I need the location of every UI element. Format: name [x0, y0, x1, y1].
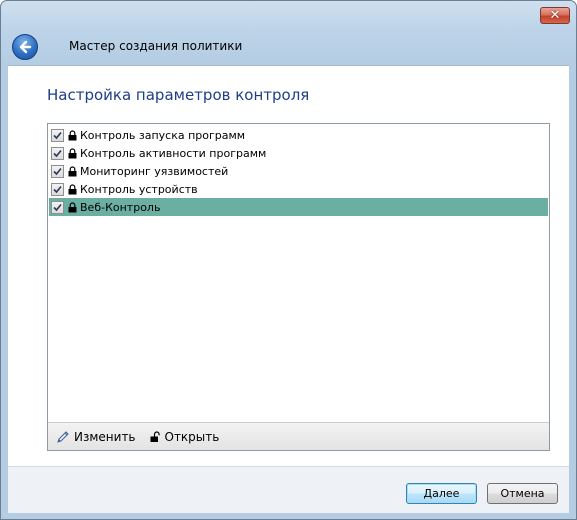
control-settings-list: Контроль запуска программ Контроль актив…: [47, 123, 550, 451]
back-button[interactable]: [12, 34, 38, 60]
wizard-footer: Далее Отмена: [8, 466, 569, 513]
pencil-icon: [57, 430, 69, 443]
list-item[interactable]: Контроль устройств: [49, 180, 548, 198]
checkmark-icon: [53, 203, 62, 211]
back-arrow-icon: [19, 40, 32, 54]
window-title: Мастер создания политики: [69, 39, 243, 53]
unlocked-padlock-icon: [150, 430, 160, 442]
checkbox[interactable]: [51, 200, 64, 214]
lock-icon: [68, 183, 77, 195]
wizard-window: ✕ Мастер создания политики Настройка пар…: [0, 0, 577, 520]
lock-icon: [68, 147, 77, 159]
next-button[interactable]: Далее: [406, 483, 477, 504]
checkbox[interactable]: [51, 182, 64, 196]
list-item[interactable]: Контроль активности программ: [49, 144, 548, 162]
cancel-button[interactable]: Отмена: [487, 483, 558, 504]
close-button[interactable]: ✕: [540, 7, 570, 24]
checkbox[interactable]: [51, 164, 64, 178]
lock-icon: [68, 129, 77, 141]
list-item-label: Контроль запуска программ: [80, 128, 246, 142]
list-item-label: Контроль активности программ: [80, 146, 267, 160]
unlock-button[interactable]: Открыть: [150, 429, 220, 444]
checkbox[interactable]: [51, 128, 64, 142]
checkmark-icon: [53, 167, 62, 175]
list-item-selected[interactable]: Веб-Контроль: [49, 198, 548, 216]
checkmark-icon: [53, 149, 62, 157]
close-icon: ✕: [549, 8, 561, 23]
list-item-label: Контроль устройств: [80, 182, 198, 196]
list-item-label: Веб-Контроль: [80, 200, 161, 214]
edit-label: Изменить: [74, 429, 136, 444]
page-title: Настройка параметров контроля: [47, 86, 310, 104]
wizard-content: Настройка параметров контроля Контроль з…: [8, 65, 569, 466]
list-toolbar: Изменить Открыть: [48, 422, 549, 450]
lock-icon: [68, 165, 77, 177]
edit-button[interactable]: Изменить: [56, 430, 136, 444]
checkmark-icon: [53, 131, 62, 139]
list-item[interactable]: Контроль запуска программ: [49, 126, 548, 144]
lock-icon: [68, 201, 77, 213]
list-item-label: Мониторинг уязвимостей: [80, 164, 229, 178]
checkbox[interactable]: [51, 146, 64, 160]
unlock-label: Открыть: [164, 429, 220, 444]
checkmark-icon: [53, 185, 62, 193]
list-item[interactable]: Мониторинг уязвимостей: [49, 162, 548, 180]
